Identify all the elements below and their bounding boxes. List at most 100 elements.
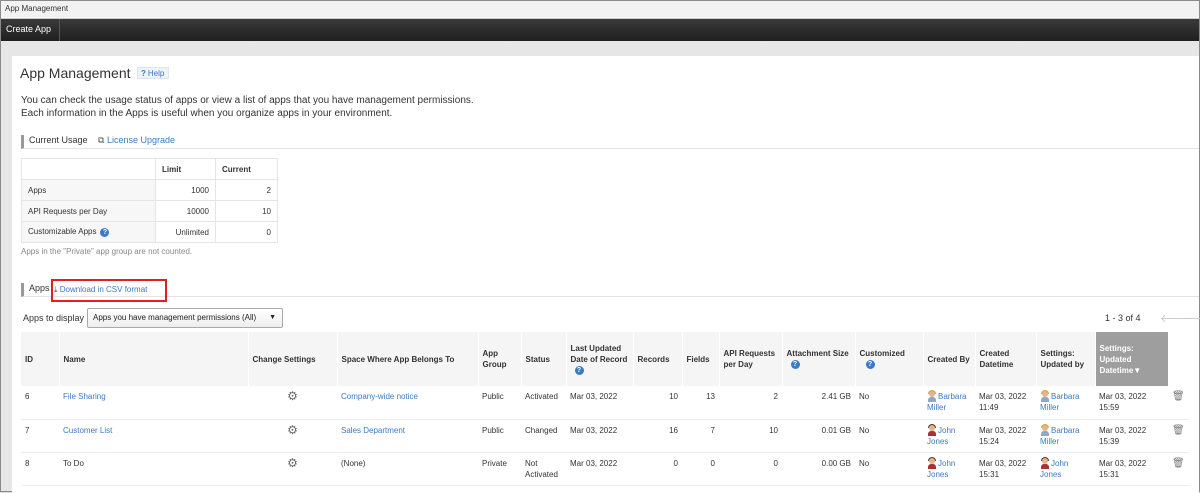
license-upgrade-link[interactable]: ⧉ License Upgrade xyxy=(98,135,175,145)
chevron-down-icon: ▼ xyxy=(269,314,276,321)
usage-limit: 1000 xyxy=(155,179,216,201)
description-line-1: You can check the usage status of apps o… xyxy=(21,95,474,106)
app-name-link[interactable]: File Sharing xyxy=(63,392,106,401)
cell-space: Sales Department xyxy=(337,419,478,453)
col-created-by[interactable]: Created By xyxy=(923,332,976,386)
cell-created-by: John Jones xyxy=(923,452,975,486)
app-name-link[interactable]: Customer List xyxy=(63,426,112,435)
cell-actions: 🗑 xyxy=(1168,419,1189,453)
col-name[interactable]: Name xyxy=(59,332,249,386)
col-updated-by[interactable]: Settings: Updated by xyxy=(1036,332,1096,386)
description-line-2: Each information in the Apps is useful w… xyxy=(21,108,393,119)
col-status[interactable]: Status xyxy=(521,332,567,386)
info-icon[interactable]: ? xyxy=(100,227,110,237)
col-updated-datetime-label: Settings: Updated Datetime xyxy=(1099,343,1134,375)
cell-fields: 13 xyxy=(682,386,719,420)
trash-icon[interactable]: 🗑 xyxy=(1172,458,1185,469)
cell-name: To Do xyxy=(59,452,248,486)
gear-icon[interactable]: ⚙ xyxy=(287,389,298,403)
apps-display-select[interactable]: Apps you have management permissions (Al… xyxy=(87,308,283,328)
trash-icon[interactable]: 🗑 xyxy=(1172,391,1185,402)
apps-table: ID Name Change Settings Space Where App … xyxy=(21,332,1190,486)
usage-label: API Requests per Day xyxy=(21,200,156,222)
cell-status: Activated xyxy=(521,386,566,420)
usage-label: Apps xyxy=(21,179,156,201)
col-created-datetime[interactable]: Created Datetime xyxy=(975,332,1037,386)
help-link[interactable]: ? Help xyxy=(137,67,170,79)
cell-attachment-size: 0.01 GB xyxy=(782,419,855,453)
cell-created-by: Barbara Miller xyxy=(923,386,975,420)
main-panel: App Management ? Help You can check the u… xyxy=(12,56,1200,493)
usage-current: 2 xyxy=(215,179,278,201)
avatar-icon xyxy=(1040,423,1049,436)
trash-icon[interactable]: 🗑 xyxy=(1172,425,1185,436)
table-row: 7 Customer List ⚙ Sales Department Publi… xyxy=(21,419,1189,453)
space-link[interactable]: Company-wide notice xyxy=(341,392,418,401)
cell-fields: 0 xyxy=(682,452,719,486)
create-app-button[interactable]: Create App xyxy=(1,19,61,41)
license-icon: ⧉ xyxy=(98,135,105,145)
col-customized-label: Customized xyxy=(859,349,905,358)
info-icon[interactable]: ? xyxy=(865,360,875,370)
gear-icon[interactable]: ⚙ xyxy=(287,423,298,437)
cell-records: 0 xyxy=(633,452,682,486)
usage-label-cell: Customizable Apps? xyxy=(21,221,156,243)
window-title: App Management xyxy=(1,1,1199,19)
cell-attachment-size: 2.41 GB xyxy=(782,386,855,420)
col-fields[interactable]: Fields xyxy=(682,332,720,386)
usage-limit-header: Limit xyxy=(155,158,216,180)
col-customized[interactable]: Customized? xyxy=(855,332,924,386)
apps-display-value: Apps you have management permissions (Al… xyxy=(93,313,257,322)
gear-icon[interactable]: ⚙ xyxy=(287,456,298,470)
usage-current-header: Current xyxy=(215,158,278,180)
cell-id: 6 xyxy=(21,386,59,420)
cell-app-group: Public xyxy=(478,419,521,453)
col-api-requests[interactable]: API Requests per Day xyxy=(719,332,783,386)
usage-limit: 10000 xyxy=(155,200,216,222)
download-csv-link[interactable]: ⤓ Download in CSV format xyxy=(54,285,147,295)
usage-table: Limit Current Apps 1000 2 API Requests p… xyxy=(21,158,278,243)
usage-row: Customizable Apps? Unlimited 0 xyxy=(21,221,278,243)
arrow-right-icon[interactable]: 🡒 xyxy=(1180,311,1200,325)
cell-last-updated: Mar 03, 2022 xyxy=(566,419,633,453)
cell-api-requests: 10 xyxy=(719,419,782,453)
col-change-settings: Change Settings xyxy=(248,332,338,386)
usage-note: Apps in the "Private" app group are not … xyxy=(21,247,193,256)
cell-name[interactable]: Customer List xyxy=(59,419,248,453)
cell-status: Not Activated xyxy=(521,452,566,486)
cell-space: Company-wide notice xyxy=(337,386,478,420)
cell-name[interactable]: File Sharing xyxy=(59,386,248,420)
space-link[interactable]: Sales Department xyxy=(341,426,405,435)
cell-change-settings: ⚙ xyxy=(248,419,337,453)
page-title: App Management xyxy=(20,65,131,81)
help-label: Help xyxy=(147,69,165,78)
avatar-icon xyxy=(1040,390,1049,402)
info-icon[interactable]: ? xyxy=(574,365,584,375)
col-last-updated[interactable]: Last Updated Date of Record? xyxy=(566,332,634,386)
cell-change-settings: ⚙ xyxy=(248,386,337,420)
avatar-icon xyxy=(927,390,936,402)
usage-label: Customizable Apps xyxy=(28,227,97,237)
pager-range: 1 - 3 of 4 xyxy=(1105,313,1141,323)
current-usage-heading: Current Usage ⧉ License Upgrade xyxy=(21,135,1199,149)
col-id[interactable]: ID xyxy=(21,332,60,386)
info-icon[interactable]: ? xyxy=(790,360,800,370)
apps-heading: Apps xyxy=(21,283,1199,297)
license-upgrade-label: License Upgrade xyxy=(107,135,176,145)
cell-app-group: Private xyxy=(478,452,521,486)
cell-fields: 7 xyxy=(682,419,719,453)
cell-created-datetime: Mar 03, 2022 15:24 xyxy=(975,419,1036,453)
cell-api-requests: 2 xyxy=(719,386,782,420)
apps-label: Apps xyxy=(29,283,50,293)
col-last-updated-label: Last Updated Date of Record xyxy=(570,343,628,364)
col-records[interactable]: Records xyxy=(633,332,683,386)
table-row: 6 File Sharing ⚙ Company-wide notice Pub… xyxy=(21,386,1189,420)
col-app-group[interactable]: App Group xyxy=(478,332,522,386)
col-space[interactable]: Space Where App Belongs To xyxy=(337,332,479,386)
cell-updated-by: Barbara Miller xyxy=(1036,419,1095,453)
col-attachment-size[interactable]: Attachment Size? xyxy=(782,332,856,386)
apps-header-row: ID Name Change Settings Space Where App … xyxy=(21,332,1190,386)
usage-limit: Unlimited xyxy=(155,221,216,243)
app-window: App Management Create App App Management… xyxy=(0,0,1200,493)
col-updated-datetime[interactable]: Settings: Updated Datetime▼ xyxy=(1095,332,1169,386)
